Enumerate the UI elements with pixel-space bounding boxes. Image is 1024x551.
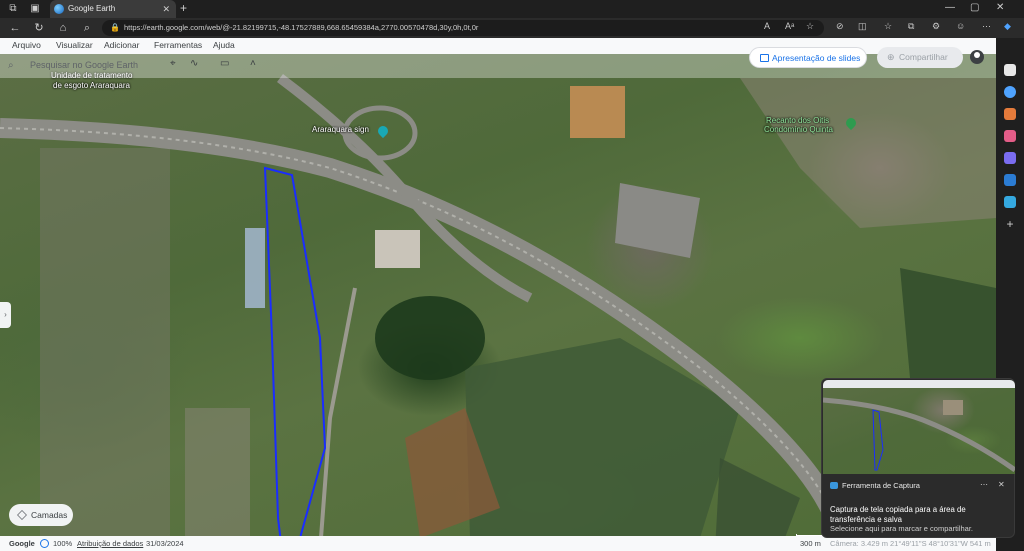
layers-button[interactable]: Camadas (9, 504, 73, 526)
notification-close-icon[interactable]: ✕ (998, 480, 1005, 489)
greenhouse (245, 228, 265, 308)
snipping-tool-notification[interactable]: Ferramenta de Captura ⋯ ✕ Captura de tel… (821, 378, 1015, 538)
read-mode-icon[interactable]: Aᵃ (785, 21, 794, 31)
minimize-icon[interactable]: — (945, 2, 955, 13)
condo-label-line1[interactable]: Recanto dos Oitis (766, 116, 829, 125)
google-logo: Google (9, 539, 35, 548)
share-button[interactable]: ⊕ Compartilhar (877, 47, 963, 68)
condo-label-line2[interactable]: Condomínio Quinta (764, 125, 833, 134)
more-icon[interactable]: ⋯ (982, 21, 991, 32)
layers-icon (17, 510, 27, 520)
account-avatar[interactable] (970, 50, 984, 64)
zoom-level: 100% (53, 539, 73, 548)
search-box[interactable]: ⌕ Pesquisar no Google Earth (4, 56, 144, 76)
share-label: Compartilhar (899, 52, 948, 62)
refresh-icon[interactable]: ↻ (32, 21, 46, 35)
tab-title: Google Earth (68, 4, 116, 13)
menu-arquivo[interactable]: Arquivo (12, 40, 41, 50)
cursor-coordinates: 21°49'11"S 48°10'31"W 541 m (890, 539, 991, 548)
thumbnail-map (823, 397, 1015, 473)
factory-roof (615, 183, 700, 258)
drawn-polygon[interactable] (263, 166, 327, 551)
favorites-icon[interactable]: ☆ (884, 21, 892, 32)
slideshow-button[interactable]: Apresentação de slides (749, 47, 867, 68)
tab-google-earth[interactable]: Google Earth ✕ (50, 0, 176, 18)
screenshot-thumbnail[interactable] (823, 380, 1015, 474)
residential-area-south (185, 408, 250, 538)
lock-icon: 🔒 (110, 23, 120, 32)
warehouse-roof (570, 86, 625, 138)
rural-road (318, 287, 357, 551)
copilot-icon[interactable]: ◆ (1004, 21, 1011, 32)
sidebar-add-icon[interactable]: + (1004, 218, 1016, 230)
sidebar-telegram-icon[interactable] (1004, 196, 1016, 208)
snipping-tool-icon (830, 482, 838, 489)
search-icon[interactable]: ⌕ (80, 21, 94, 35)
favorite-icon[interactable]: ☆ (806, 21, 814, 32)
search-icon: ⌕ (8, 60, 14, 71)
split-screen-icon[interactable]: ◫ (858, 21, 867, 32)
tab-actions-icon[interactable]: ▣ (28, 2, 42, 16)
treatment-label-line2[interactable]: de esgoto Araraquara (53, 81, 130, 90)
browser-chrome: ⧉ ▣ Google Earth ✕ + — ▢ ✕ ← ↻ ⌂ ⌕ 🔒 htt… (0, 0, 1024, 38)
sidebar-shopping-icon[interactable] (1004, 108, 1016, 120)
orchard (900, 268, 996, 388)
sidebar-search-icon[interactable] (1004, 86, 1016, 98)
new-tab-button[interactable]: + (180, 1, 187, 15)
menu-ajuda[interactable]: Ajuda (213, 40, 235, 50)
notification-message: Captura de tela copiada para a área de t… (830, 505, 966, 524)
maximize-icon[interactable]: ▢ (970, 2, 979, 13)
menu-ferramentas[interactable]: Ferramentas (154, 40, 202, 50)
sidebar-tools-icon[interactable] (1004, 130, 1016, 142)
close-tab-icon[interactable]: ✕ (162, 0, 170, 18)
notification-more-icon[interactable]: ⋯ (980, 480, 988, 489)
sign-label[interactable]: Araraquara sign (312, 125, 369, 134)
status-bar: Google 100% Atribuição de dados 31/03/20… (0, 536, 996, 551)
workspaces-icon[interactable]: ⧉ (6, 2, 20, 16)
back-icon[interactable]: ← (8, 21, 22, 35)
industrial-building (375, 230, 420, 268)
read-aloud-icon[interactable]: A (764, 21, 770, 31)
data-attribution-link[interactable]: Atribuição de dados (77, 539, 143, 548)
sidebar-outlook-icon[interactable] (1004, 174, 1016, 186)
layers-label: Camadas (31, 510, 68, 520)
extensions-icon[interactable]: ⚙ (932, 21, 940, 32)
zoom-icon[interactable] (40, 539, 49, 548)
scale-text: 300 m (800, 539, 821, 548)
google-earth-icon (54, 4, 64, 14)
sidebar-doc-icon[interactable] (1004, 64, 1016, 76)
tab-bar: ⧉ ▣ Google Earth ✕ + — ▢ ✕ (0, 0, 1024, 18)
slideshow-icon (760, 54, 769, 62)
residential-area-right (740, 78, 996, 228)
imagery-date: 31/03/2024 (146, 539, 184, 548)
menu-adicionar[interactable]: Adicionar (104, 40, 139, 50)
url-text: https://earth.google.com/web/@-21.821997… (124, 23, 479, 32)
profile-icon[interactable]: ☺ (956, 21, 965, 31)
path-icon[interactable]: ∿ (190, 58, 198, 69)
forest-patch (375, 296, 485, 380)
placemark-icon[interactable]: ⌖ (170, 58, 176, 69)
collections-icon[interactable]: ⧉ (908, 21, 914, 32)
menu-visualizar[interactable]: Visualizar (56, 40, 93, 50)
notification-app-name: Ferramenta de Captura (842, 481, 920, 490)
collapse-toolbar-icon[interactable]: ˄ (250, 58, 256, 69)
side-panel-toggle[interactable]: › (0, 302, 11, 328)
close-window-icon[interactable]: ✕ (996, 2, 1004, 13)
home-icon[interactable]: ⌂ (56, 21, 70, 35)
ruler-icon[interactable]: ▭ (220, 58, 229, 69)
camera-altitude: Câmera: 3.429 m (830, 539, 888, 548)
address-bar[interactable]: 🔒 https://earth.google.com/web/@-21.8219… (102, 20, 824, 36)
extension-icon[interactable]: ⊘ (836, 21, 844, 32)
add-person-icon: ⊕ (887, 52, 895, 62)
slideshow-label: Apresentação de slides (772, 53, 861, 63)
sidebar-games-icon[interactable] (1004, 152, 1016, 164)
notification-hint: Selecione aqui para marcar e compartilha… (830, 524, 973, 533)
search-input[interactable]: Pesquisar no Google Earth (30, 60, 138, 70)
residential-area-left (40, 148, 170, 538)
address-row: ← ↻ ⌂ ⌕ 🔒 https://earth.google.com/web/@… (0, 18, 1024, 38)
